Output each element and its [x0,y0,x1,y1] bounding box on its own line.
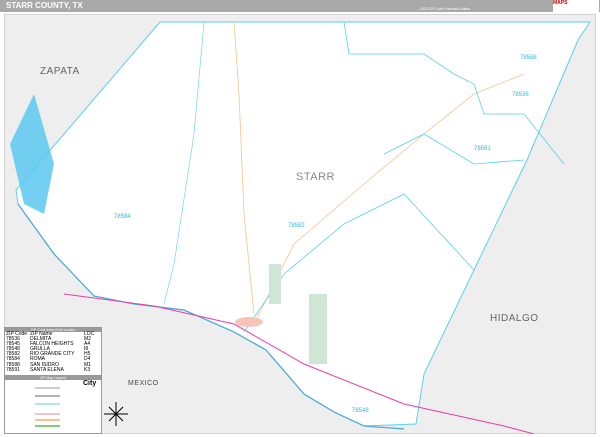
zip-label: 78536 [512,92,529,98]
zip-label: 78588 [520,55,537,61]
neighbor-label-hidalgo: HIDALGO [490,313,539,324]
publisher-logo: MAPS [553,0,599,14]
county-label: STARR [296,171,335,183]
legend-city-label: City [83,380,97,387]
index-row: 78591 SANTA ELENA K3 [5,366,101,373]
zip-label: 78548 [352,408,369,414]
zip-index-table: ZIP Code Index/Grid Locator ZIP Code ZIP … [4,327,102,376]
rio-grande-city-area [235,317,263,327]
zip-label: 78591 [474,146,491,152]
legend-symbols [35,387,60,427]
index-cell: 78591 [6,366,20,373]
index-cell: K3 [84,366,91,373]
zip-label: 78584 [114,214,131,220]
park-area [309,294,327,364]
edition-label: 2020 ZIP Code Premium Edition [420,7,471,11]
header-bar: STARR COUNTY, TX 2020 ZIP Code Premium E… [0,0,600,12]
map-title: STARR COUNTY, TX [6,1,83,10]
map-legend: ZIP Map Legend City [4,375,102,434]
country-label-mexico: MEXICO [128,380,159,387]
neighbor-label-zapata: ZAPATA [40,66,80,77]
park-area [269,264,281,304]
zip-label: 78582 [288,223,305,229]
index-cell: SANTA ELENA [30,366,64,373]
